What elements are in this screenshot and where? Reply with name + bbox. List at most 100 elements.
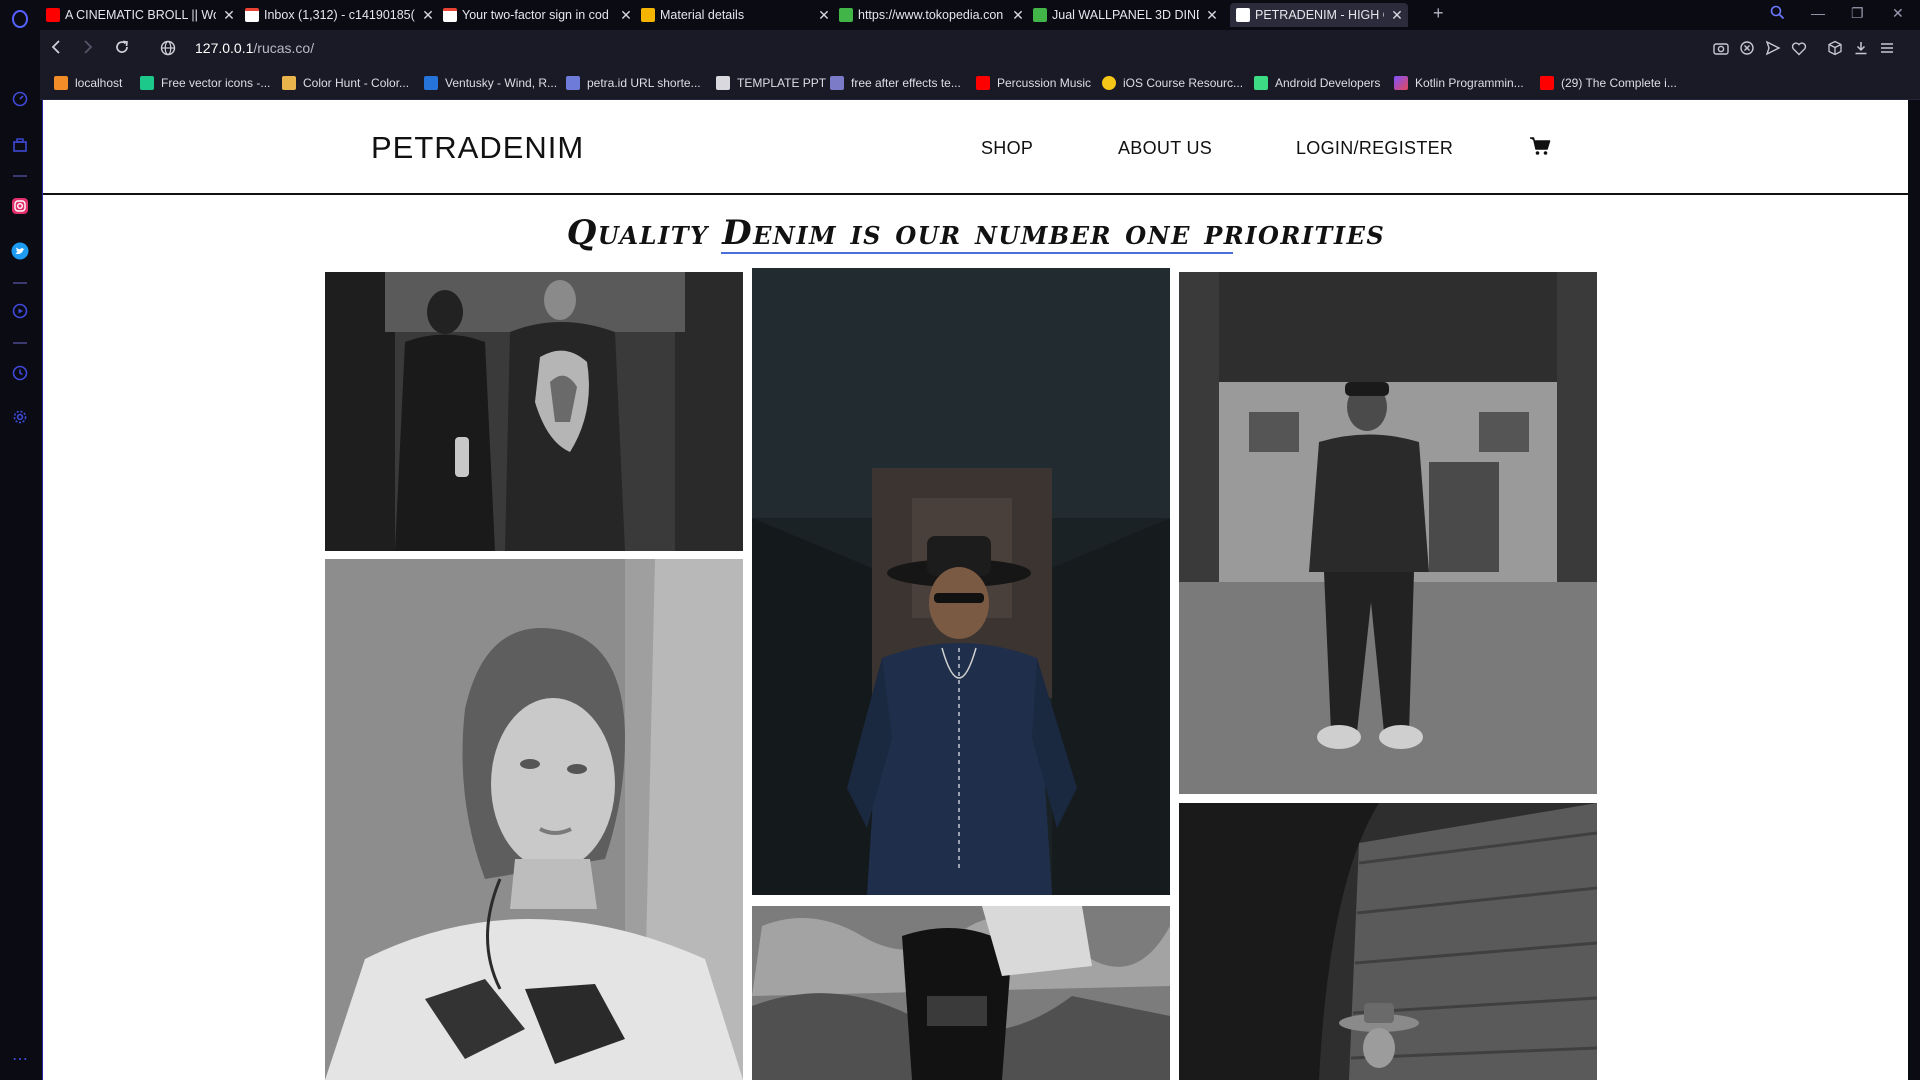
youtube-icon <box>46 8 60 22</box>
bookmark-ios-course[interactable]: iOS Course Resourc... <box>1102 76 1243 90</box>
tab-title: PETRADENIM - HIGH QUAL <box>1255 8 1384 22</box>
bookmark-android-developers[interactable]: Android Developers <box>1254 76 1380 90</box>
bookmark-percussion-music[interactable]: Percussion Music <box>976 76 1091 90</box>
reload-icon[interactable] <box>114 39 130 60</box>
speed-dial-icon[interactable] <box>9 88 31 110</box>
gallery-photo-couple-street[interactable] <box>325 272 743 551</box>
close-tab-icon[interactable]: ✕ <box>817 7 831 24</box>
bookmark-label: localhost <box>75 76 123 90</box>
bookmark-label: TEMPLATE PPT <box>737 76 827 90</box>
search-tabs-icon[interactable] <box>1770 5 1785 23</box>
bookmark-label: Android Developers <box>1275 76 1381 90</box>
nav-shop-link[interactable]: SHOP <box>981 138 1033 159</box>
brand-logo[interactable]: PETRADENIM <box>371 130 584 166</box>
tokopedia-icon <box>839 8 853 22</box>
site-info-icon[interactable] <box>160 40 176 61</box>
player-icon[interactable] <box>9 300 31 322</box>
gallery-photo-graffiti-wall[interactable] <box>752 906 1170 1080</box>
page-icon <box>1236 8 1250 22</box>
sidebar-divider <box>13 342 27 344</box>
minimize-button[interactable]: — <box>1811 5 1825 21</box>
youtube-icon <box>976 76 990 90</box>
close-tab-icon[interactable]: ✕ <box>421 7 435 24</box>
more-options-icon[interactable]: ⋯ <box>9 1048 31 1070</box>
bookmark-label: Percussion Music <box>997 76 1092 90</box>
instagram-icon[interactable] <box>9 195 31 217</box>
close-tab-icon[interactable]: ✕ <box>1390 7 1404 24</box>
close-tab-icon[interactable]: ✕ <box>619 7 633 24</box>
settings-gear-icon[interactable] <box>9 406 31 428</box>
gallery-photo-man-in-hat[interactable] <box>752 268 1170 895</box>
tab-tokopedia[interactable]: https://www.tokopedia.con ✕ <box>839 4 1025 26</box>
workspace-icon[interactable] <box>9 134 31 156</box>
tab-title: https://www.tokopedia.con <box>858 8 1004 22</box>
bookmark-heart-icon[interactable] <box>1790 39 1808 57</box>
sidebar-divider <box>13 282 27 284</box>
tab-wallpanel[interactable]: Jual WALLPANEL 3D DINDI ✕ <box>1033 4 1219 26</box>
snapshot-icon[interactable] <box>1712 39 1730 57</box>
colorhunt-icon <box>282 76 296 90</box>
tab-title: Inbox (1,312) - c14190185( <box>264 8 415 22</box>
adblock-icon[interactable] <box>1738 39 1756 57</box>
bookmark-template-ppt[interactable]: TEMPLATE PPT <box>716 76 826 90</box>
forward-icon[interactable] <box>82 39 94 60</box>
gallery-photo-wooden-wall[interactable] <box>1179 803 1597 1080</box>
bookmark-flaticon[interactable]: Free vector icons -... <box>140 76 270 90</box>
new-tab-button[interactable]: + <box>1433 3 1444 24</box>
browser-sidebar: ⋯ <box>0 0 40 1080</box>
gallery-photo-man-underpass[interactable] <box>1179 272 1597 794</box>
bookmark-label: Kotlin Programmin... <box>1415 76 1524 90</box>
hero-headline: Quality Denim is our number one prioriti… <box>566 213 1386 253</box>
restore-button[interactable]: ❐ <box>1851 5 1864 22</box>
tab-title: Jual WALLPANEL 3D DINDI <box>1052 8 1199 22</box>
tab-title: A CINEMATIC BROLL || Wor <box>65 8 216 22</box>
tab-cinematic-broll[interactable]: A CINEMATIC BROLL || Wor ✕ <box>46 4 236 26</box>
nav-login-link[interactable]: LOGIN/REGISTER <box>1296 138 1453 159</box>
bookmark-label: (29) The Complete i... <box>1561 76 1677 90</box>
download-icon[interactable] <box>1852 39 1870 57</box>
bookmark-kotlin[interactable]: Kotlin Programmin... <box>1394 76 1524 90</box>
bookmark-ventusky[interactable]: Ventusky - Wind, R... <box>424 76 557 90</box>
history-icon[interactable] <box>9 362 31 384</box>
tab-petradenim[interactable]: PETRADENIM - HIGH QUAL ✕ <box>1230 3 1408 27</box>
twitter-icon[interactable] <box>9 240 31 262</box>
url-host: 127.0.0.1 <box>195 40 254 56</box>
extensions-cube-icon[interactable] <box>1826 39 1844 57</box>
tab-title: Material details <box>660 8 745 22</box>
tab-inbox[interactable]: Inbox (1,312) - c14190185( ✕ <box>245 4 435 26</box>
tab-two-factor[interactable]: Your two-factor sign in cod ✕ <box>443 4 633 26</box>
headline-underline <box>721 252 1233 254</box>
bookmark-label: iOS Course Resourc... <box>1123 76 1244 90</box>
close-tab-icon[interactable]: ✕ <box>222 7 236 24</box>
bookmark-after-effects[interactable]: free after effects te... <box>830 76 961 90</box>
nav-about-link[interactable]: ABOUT US <box>1118 138 1212 159</box>
xampp-icon <box>54 76 68 90</box>
ppt-icon <box>716 76 730 90</box>
kotlin-icon <box>1394 76 1408 90</box>
tab-title: Your two-factor sign in cod <box>462 8 609 22</box>
browser-window: ⋯ A CINEMATIC BROLL || Wor ✕ Inbox (1,31… <box>0 0 1920 1080</box>
gallery-photo-woman-portrait[interactable] <box>325 559 743 1080</box>
petra-icon <box>566 76 580 90</box>
close-window-button[interactable]: ✕ <box>1892 5 1904 22</box>
site-header: PETRADENIM SHOP ABOUT US LOGIN/REGISTER <box>43 100 1908 195</box>
tab-strip: A CINEMATIC BROLL || Wor ✕ Inbox (1,312)… <box>40 0 1920 30</box>
tab-material-details[interactable]: Material details ✕ <box>641 4 831 26</box>
cart-icon[interactable] <box>1529 136 1551 161</box>
tokopedia-icon <box>1033 8 1047 22</box>
ae-icon <box>830 76 844 90</box>
close-tab-icon[interactable]: ✕ <box>1205 7 1219 24</box>
bookmark-label: free after effects te... <box>851 76 961 90</box>
bookmark-complete-course[interactable]: (29) The Complete i... <box>1540 76 1677 90</box>
opera-logo-icon[interactable] <box>9 8 31 30</box>
send-icon[interactable] <box>1764 39 1782 57</box>
url-field[interactable]: 127.0.0.1/rucas.co/ <box>195 40 314 56</box>
ios-icon <box>1102 76 1116 90</box>
back-icon[interactable] <box>50 39 62 60</box>
bookmark-colorhunt[interactable]: Color Hunt - Color... <box>282 76 409 90</box>
bookmarks-bar: localhost Free vector icons -... Color H… <box>40 68 1920 100</box>
bookmark-petra-id[interactable]: petra.id URL shorte... <box>566 76 701 90</box>
easy-setup-menu-icon[interactable] <box>1878 39 1896 57</box>
bookmark-localhost[interactable]: localhost <box>54 76 122 90</box>
close-tab-icon[interactable]: ✕ <box>1011 7 1025 24</box>
